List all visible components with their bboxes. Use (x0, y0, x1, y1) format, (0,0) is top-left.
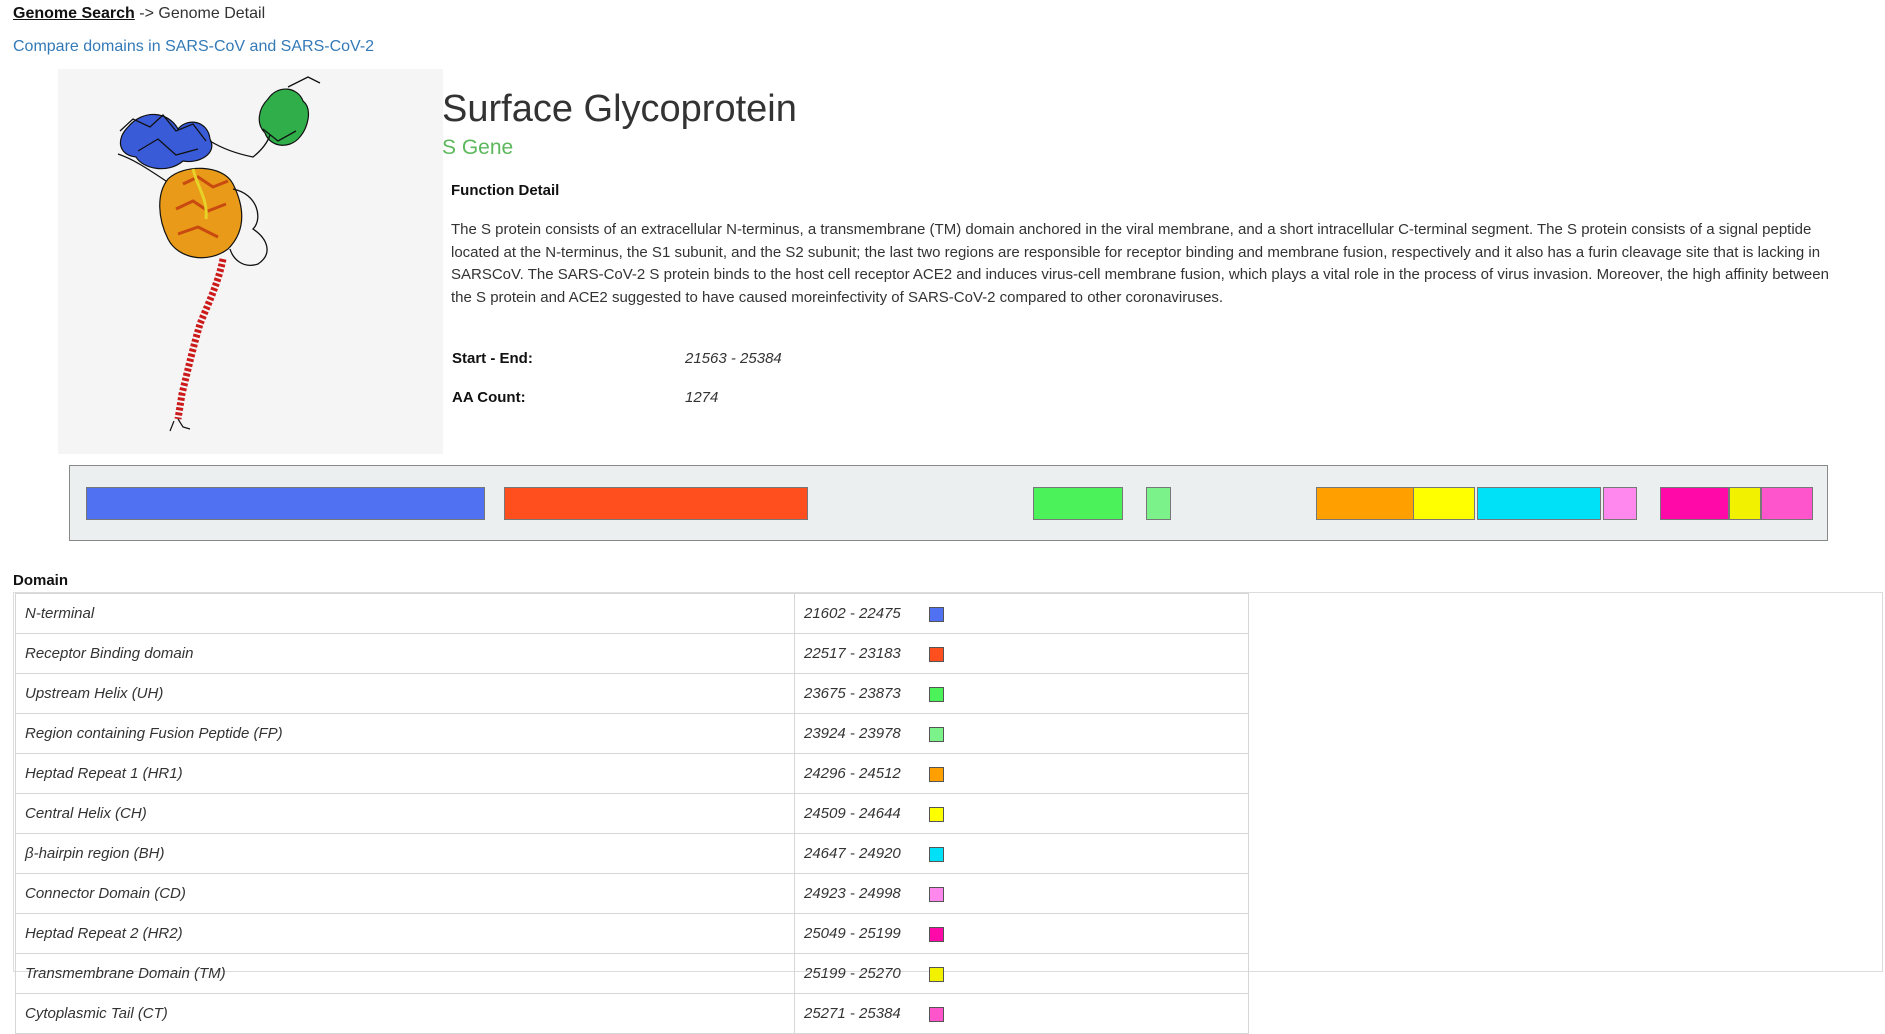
function-detail-text: The S protein consists of an extracellul… (451, 221, 1829, 306)
domain-segment[interactable] (1761, 487, 1813, 520)
domain-row: Heptad Repeat 1 (HR1) 24296 - 24512 (15, 753, 1249, 794)
domain-name: Connector Domain (CD) (15, 873, 795, 914)
domain-name: Central Helix (CH) (15, 793, 795, 834)
domain-name: Heptad Repeat 1 (HR1) (15, 753, 795, 794)
domain-heading: Domain (13, 572, 69, 589)
domain-row: Receptor Binding domain 22517 - 23183 (15, 633, 1249, 674)
domain-color-swatch (929, 966, 944, 982)
domain-range: 24509 - 24644 (804, 805, 901, 822)
domain-name: Transmembrane Domain (TM) (15, 953, 795, 994)
domain-row: N-terminal 21602 - 22475 (15, 593, 1249, 634)
domain-name: N-terminal (15, 593, 795, 634)
domain-range: 25271 - 25384 (804, 1005, 901, 1022)
domain-color-swatch (929, 806, 944, 822)
domain-row: Connector Domain (CD) 24923 - 24998 (15, 873, 1249, 914)
domain-range-cell: 24296 - 24512 (794, 753, 1249, 794)
start-end-label: Start - End: (452, 350, 533, 367)
compare-domains-link[interactable]: Compare domains in SARS-CoV and SARS-CoV… (13, 38, 374, 56)
domain-color-swatch (929, 766, 944, 782)
domain-color-swatch (929, 606, 944, 622)
domain-range-cell: 25271 - 25384 (794, 993, 1249, 1034)
start-end-value: 21563 - 25384 (685, 350, 782, 367)
aa-count-label: AA Count: (452, 389, 526, 406)
domain-range-cell: 24509 - 24644 (794, 793, 1249, 834)
domain-row: Upstream Helix (UH) 23675 - 23873 (15, 673, 1249, 714)
domain-segment[interactable] (1476, 487, 1602, 520)
domain-color-swatch (929, 926, 944, 942)
domain-range-cell: 21602 - 22475 (794, 593, 1249, 634)
gene-name: S Gene (442, 136, 514, 159)
domain-segment[interactable] (1413, 487, 1475, 520)
domain-range-cell: 22517 - 23183 (794, 633, 1249, 674)
aa-count-value: 1274 (685, 389, 719, 406)
domain-row: Region containing Fusion Peptide (FP) 239… (15, 713, 1249, 754)
domain-color-swatch (929, 646, 944, 662)
domain-segment[interactable] (1316, 487, 1415, 520)
domain-color-swatch (929, 846, 944, 862)
domain-range-cell: 25049 - 25199 (794, 913, 1249, 954)
domain-segment[interactable] (86, 487, 485, 520)
domain-segment[interactable] (1146, 487, 1171, 520)
domain-name: Cytoplasmic Tail (CT) (15, 993, 795, 1034)
function-detail-heading: Function Detail (451, 182, 560, 199)
breadcrumb: Genome Search -> Genome Detail (13, 5, 265, 23)
domain-segment[interactable] (503, 487, 808, 520)
domain-row: β-hairpin region (BH) 24647 - 24920 (15, 833, 1249, 874)
domain-segment[interactable] (1728, 487, 1761, 520)
domain-range: 24647 - 24920 (804, 845, 901, 862)
protein-title: Surface Glycoprotein (442, 88, 797, 130)
domain-row: Central Helix (CH) 24509 - 24644 (15, 793, 1249, 834)
domain-color-swatch (929, 726, 944, 742)
domain-name: β-hairpin region (BH) (15, 833, 795, 874)
domain-range-cell: 23675 - 23873 (794, 673, 1249, 714)
domain-range-cell: 24923 - 24998 (794, 873, 1249, 914)
domain-segment[interactable] (1032, 487, 1123, 520)
domain-color-swatch (929, 1006, 944, 1022)
domain-range-cell: 24647 - 24920 (794, 833, 1249, 874)
breadcrumb-genome-search-link[interactable]: Genome Search (13, 5, 135, 22)
domain-color-swatch (929, 686, 944, 702)
domain-range: 25049 - 25199 (804, 925, 901, 942)
domain-row: Heptad Repeat 2 (HR2) 25049 - 25199 (15, 913, 1249, 954)
domain-map-bar (69, 465, 1828, 541)
domain-row: Cytoplasmic Tail (CT) 25271 - 25384 (15, 993, 1249, 1034)
domain-row: Transmembrane Domain (TM) 25199 - 25270 (15, 953, 1249, 994)
domain-table: N-terminal 21602 - 22475 Receptor Binding … (15, 593, 1249, 1034)
domain-range: 23924 - 23978 (804, 725, 901, 742)
domain-range: 21602 - 22475 (804, 605, 901, 622)
domain-range: 22517 - 23183 (804, 645, 901, 662)
domain-name: Upstream Helix (UH) (15, 673, 795, 714)
domain-segment[interactable] (1660, 487, 1729, 520)
domain-range: 23675 - 23873 (804, 685, 901, 702)
domain-name: Heptad Repeat 2 (HR2) (15, 913, 795, 954)
domain-range: 25199 - 25270 (804, 965, 901, 982)
breadcrumb-separator: -> (139, 5, 154, 22)
domain-name: Region containing Fusion Peptide (FP) (15, 713, 795, 754)
domain-segment[interactable] (1602, 487, 1637, 520)
domain-range-cell: 23924 - 23978 (794, 713, 1249, 754)
domain-range: 24296 - 24512 (804, 765, 901, 782)
domain-name: Receptor Binding domain (15, 633, 795, 674)
domain-color-swatch (929, 886, 944, 902)
domain-range-cell: 25199 - 25270 (794, 953, 1249, 994)
breadcrumb-current: Genome Detail (158, 5, 266, 22)
domain-range: 24923 - 24998 (804, 885, 901, 902)
protein-structure-image (58, 69, 443, 454)
